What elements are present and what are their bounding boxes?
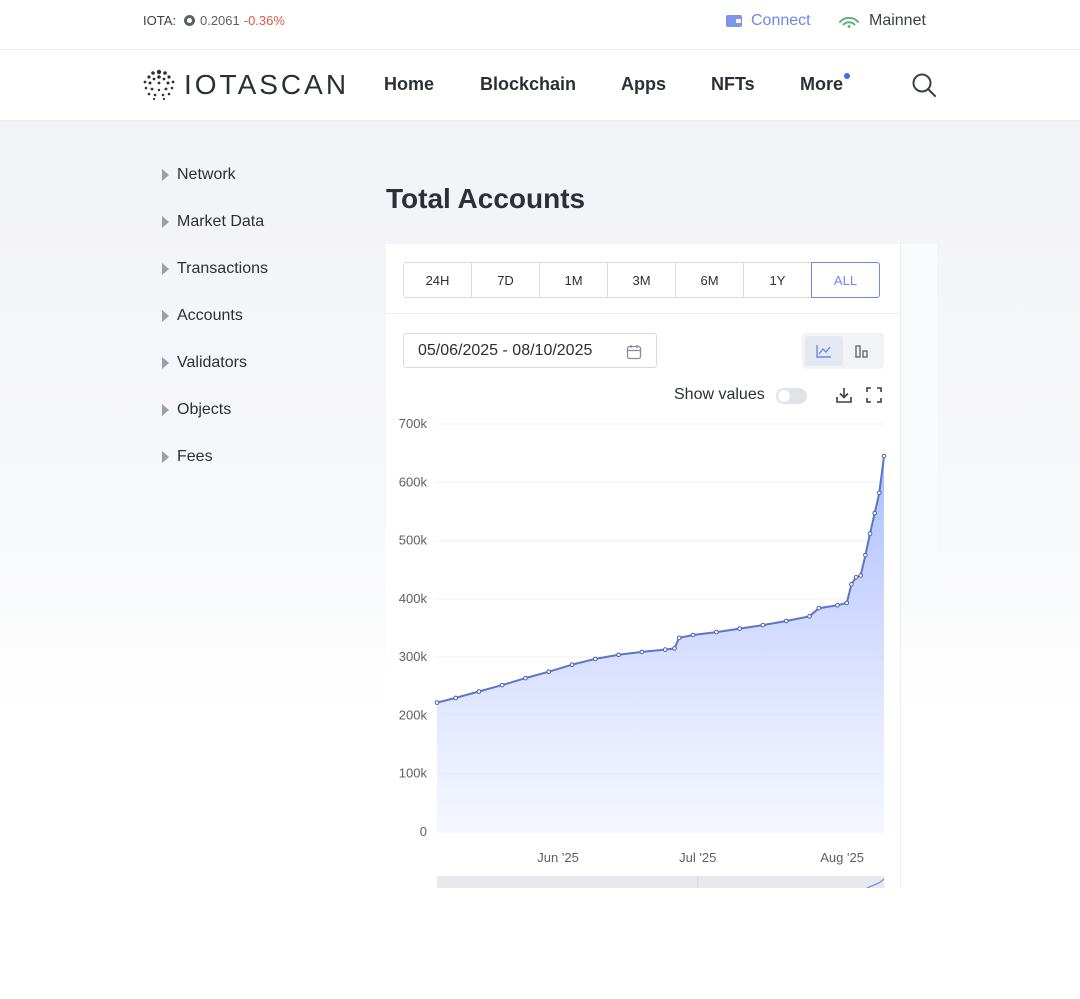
range-all-button[interactable]: ALL: [811, 262, 880, 298]
iotascan-logo[interactable]: IOTASCAN: [142, 69, 349, 101]
chevron-right-icon: [162, 310, 169, 322]
data-point: [877, 490, 882, 496]
data-point: [676, 635, 682, 641]
data-point: [867, 531, 873, 536]
area-fill: [437, 456, 884, 832]
nav-more[interactable]: More: [800, 73, 851, 95]
price-label: IOTA:: [143, 13, 176, 28]
network-label: Mainnet: [869, 12, 926, 29]
y-tick-label: 200k: [399, 707, 428, 722]
sidebar-item-label: Market Data: [177, 213, 265, 230]
data-point: [807, 614, 812, 619]
chevron-right-icon: [162, 451, 169, 463]
sidebar-item-fees[interactable]: Fees: [162, 448, 213, 466]
data-point: [434, 700, 440, 705]
y-tick-label: 300k: [399, 649, 428, 664]
connect-label: Connect: [751, 12, 811, 29]
data-point: [858, 573, 864, 578]
signal-icon: [839, 16, 859, 28]
price-value: 0.2061: [199, 13, 240, 28]
chart-card: 24H 7D 1M 3M 6M 1Y ALL 05/06/2025 - 08/1…: [386, 244, 901, 888]
logo-text: IOTASCAN: [184, 69, 350, 100]
data-point: [783, 618, 789, 624]
data-point: [760, 622, 766, 628]
data-point: [816, 605, 822, 611]
sidebar-item-label: Validators: [177, 354, 247, 371]
data-point: [546, 669, 552, 675]
chevron-right-icon: [162, 216, 169, 228]
x-tick-label: Jun '25: [537, 850, 579, 865]
data-point: [593, 656, 598, 662]
nav-nfts[interactable]: NFTs: [711, 74, 755, 95]
nav-blockchain[interactable]: Blockchain: [480, 74, 576, 95]
data-point: [672, 646, 677, 651]
data-point: [853, 574, 859, 580]
chevron-right-icon: [162, 169, 169, 181]
card-shadow: [901, 244, 937, 604]
data-point: [872, 510, 877, 516]
data-point: [569, 662, 575, 668]
nav-more-label: More: [800, 74, 844, 94]
iota-logo-icon: [143, 69, 175, 101]
sidebar-item-validators[interactable]: Validators: [162, 354, 247, 372]
nav-apps[interactable]: Apps: [621, 74, 666, 95]
top-bar: IOTA: 0.2061 -0.36% Connect Mainnet: [0, 0, 1080, 50]
notification-dot: [844, 73, 851, 79]
sidebar-item-label: Transactions: [177, 260, 268, 277]
sidebar-item-market-data[interactable]: Market Data: [162, 213, 264, 231]
total-accounts-chart: 0 100k 200k 300k 400k 500k 600k 700k Jun '25 Jul…: [399, 416, 887, 888]
iota-price: IOTA: 0.2061 -0.36%: [143, 13, 285, 28]
chevron-right-icon: [162, 404, 169, 416]
y-tick-label: 500k: [399, 533, 428, 548]
navigator-background: [437, 876, 884, 888]
data-point: [523, 675, 528, 681]
sidebar-item-accounts[interactable]: Accounts: [162, 307, 243, 325]
sidebar-item-objects[interactable]: Objects: [162, 401, 231, 419]
data-point: [844, 600, 850, 606]
y-tick-label: 700k: [399, 416, 428, 431]
y-tick-label: 600k: [399, 474, 428, 489]
nav-home[interactable]: Home: [384, 74, 434, 95]
data-point: [690, 632, 696, 638]
chevron-right-icon: [162, 263, 169, 275]
chevron-right-icon: [162, 357, 169, 369]
data-point: [835, 602, 840, 608]
sidebar-item-label: Network: [177, 166, 236, 183]
search-button[interactable]: [911, 72, 937, 103]
data-point: [476, 689, 482, 694]
data-point: [453, 695, 458, 701]
data-point: [616, 652, 621, 658]
data-point: [662, 647, 668, 652]
data-point: [737, 626, 742, 631]
y-tick-label: 0: [420, 824, 427, 839]
data-point: [881, 453, 887, 459]
y-tick-label: 100k: [399, 766, 428, 781]
y-tick-label: 400k: [399, 591, 428, 606]
sidebar-item-network[interactable]: Network: [162, 166, 236, 184]
connect-wallet-button[interactable]: Connect: [726, 12, 811, 30]
data-point: [863, 552, 868, 558]
sidebar-item-label: Objects: [177, 401, 232, 418]
data-point: [639, 649, 645, 655]
sidebar-item-transactions[interactable]: Transactions: [162, 260, 268, 278]
network-selector[interactable]: Mainnet: [838, 12, 926, 30]
x-tick-label: Jul '25: [679, 850, 716, 865]
sidebar-item-label: Fees: [177, 448, 213, 465]
iota-coin-icon: [183, 15, 195, 26]
data-point: [714, 629, 719, 635]
data-point: [849, 581, 854, 587]
x-tick-label: Aug '25: [820, 850, 864, 865]
search-icon: [912, 73, 936, 97]
data-point: [499, 682, 505, 688]
page-title: Total Accounts: [386, 183, 586, 214]
sidebar-item-label: Accounts: [177, 307, 243, 324]
main-nav: IOTASCAN Home Blockchain Apps NFTs More: [0, 50, 1080, 121]
price-change: -0.36%: [243, 13, 285, 28]
wallet-icon: [726, 15, 742, 27]
